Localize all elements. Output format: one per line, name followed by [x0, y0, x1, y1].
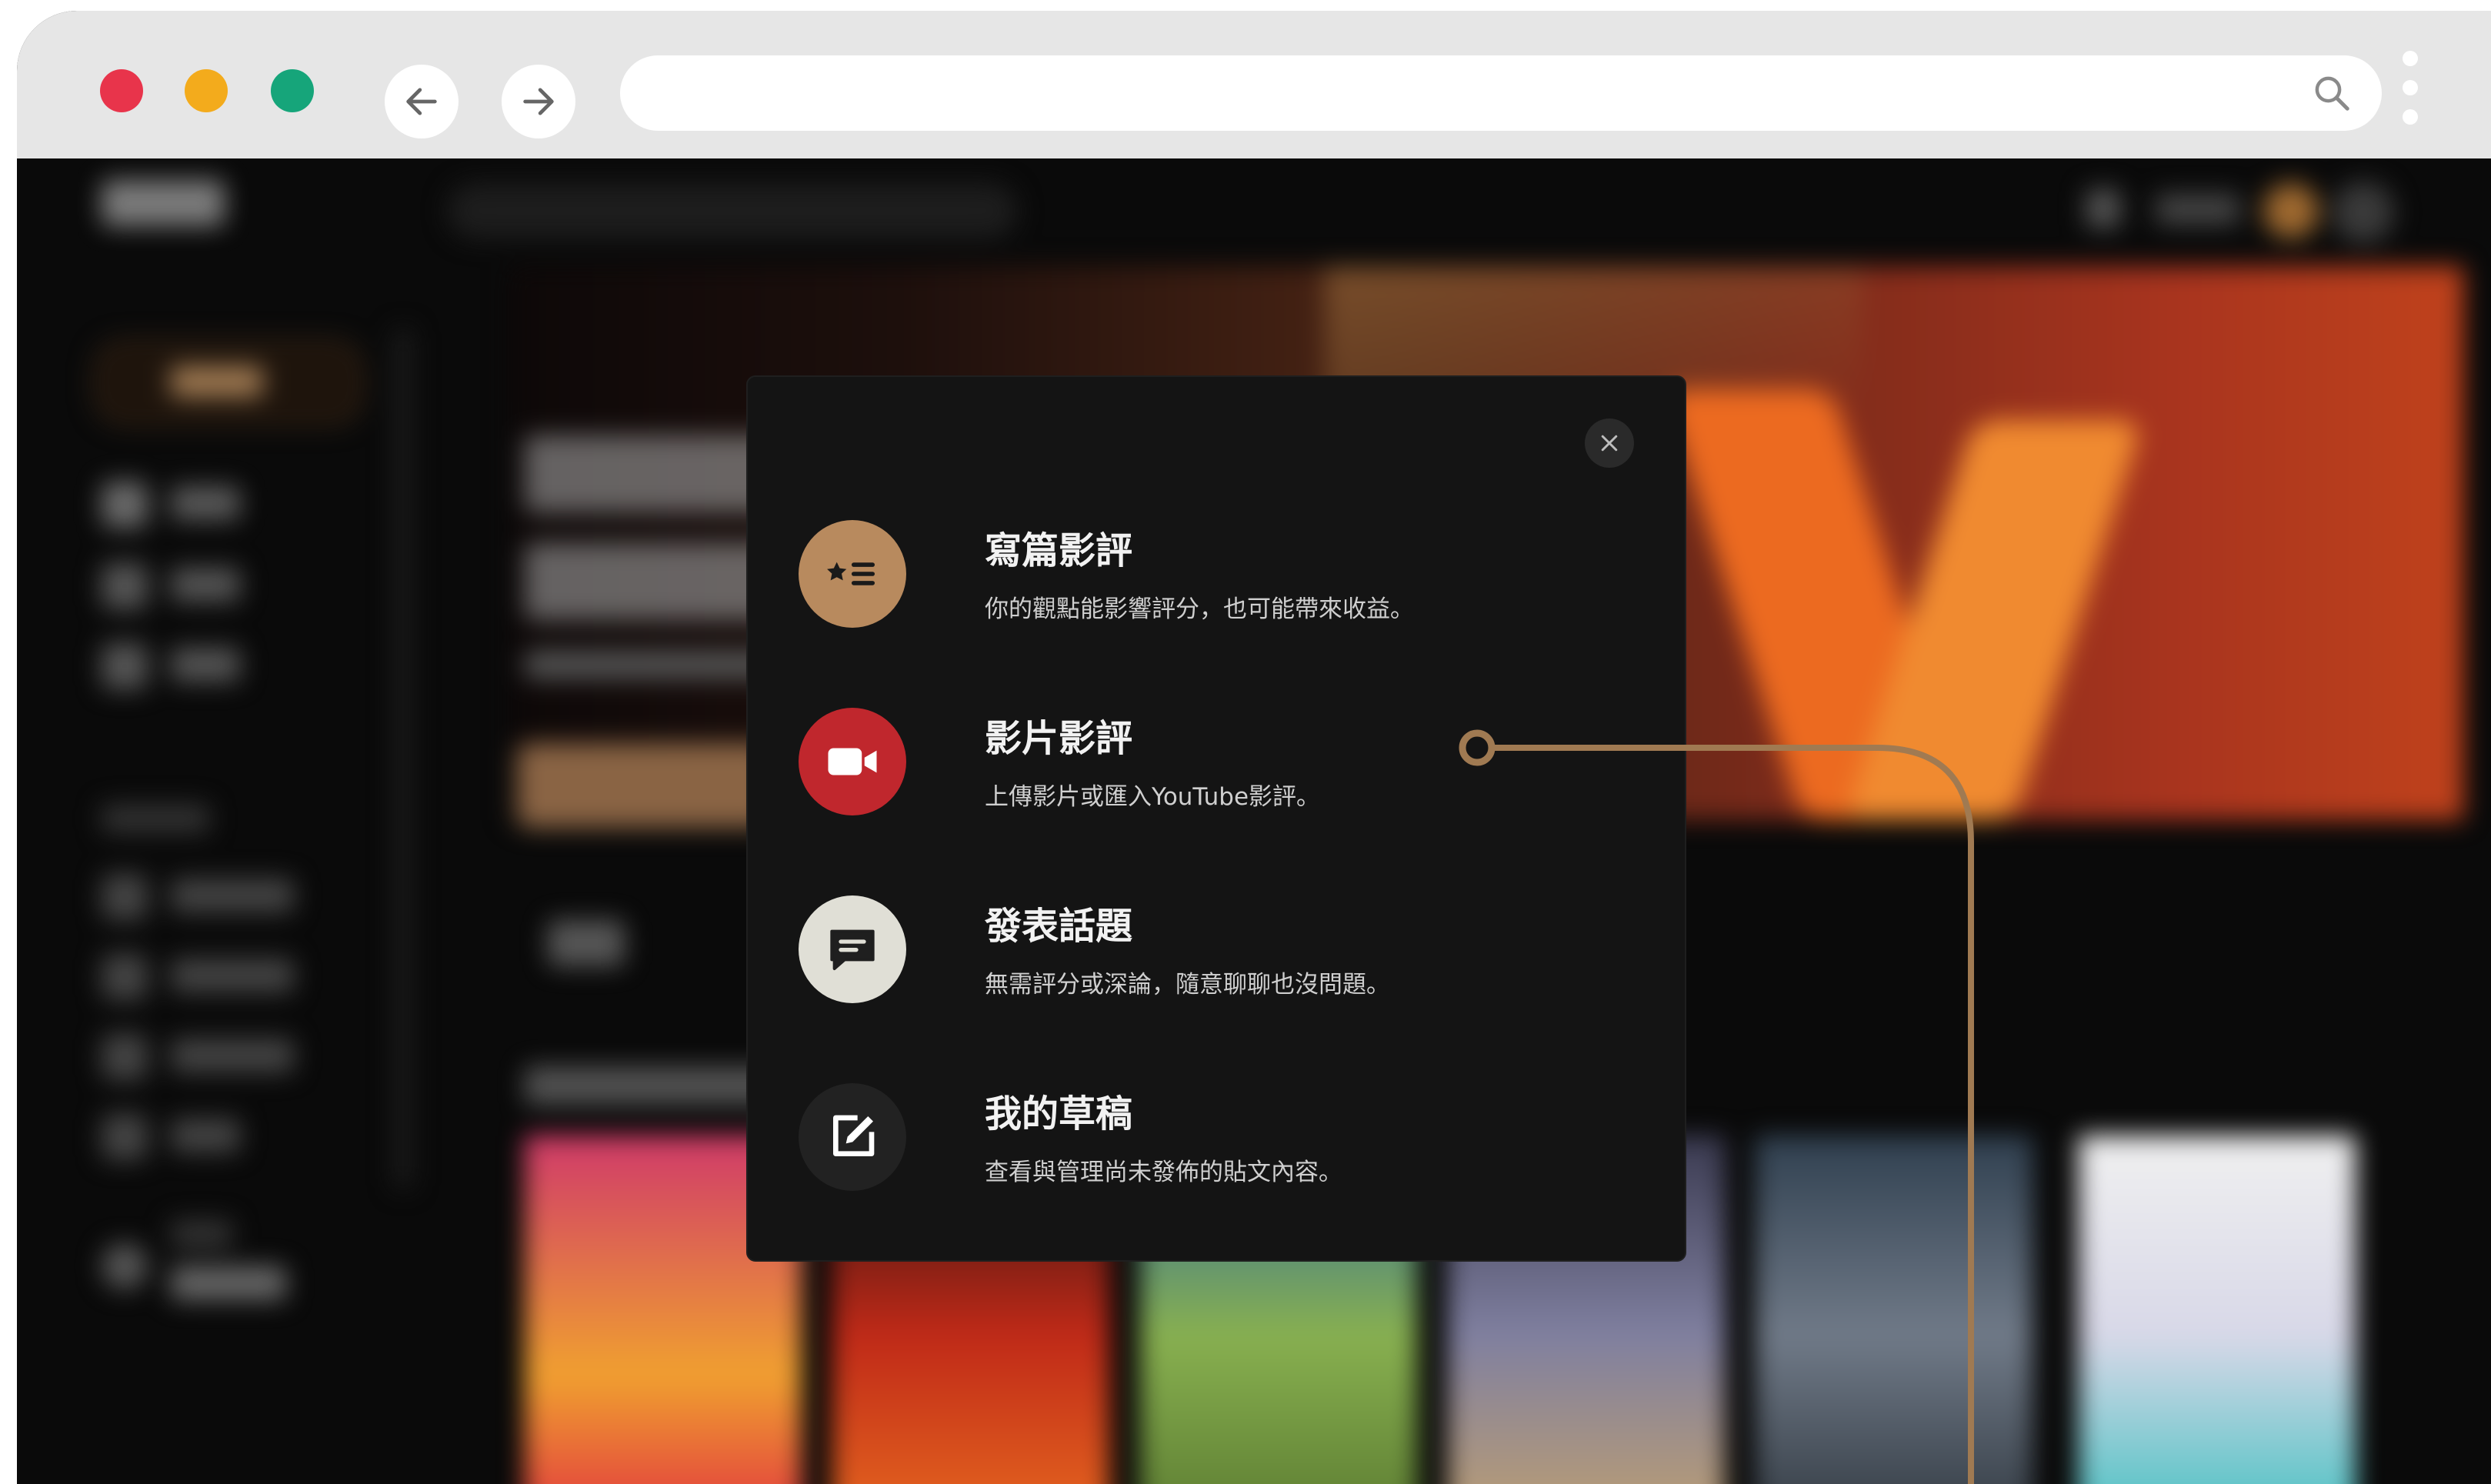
option-title: 我的草稿: [985, 1092, 1133, 1136]
option-description: 上傳影片或匯入YouTube影評。: [985, 783, 1321, 811]
post-topic-option[interactable]: 發表話題 無需評分或深論，隨意聊聊也沒問題。: [799, 895, 1614, 1019]
maximize-window-button[interactable]: [271, 69, 314, 112]
option-description: 你的觀點能影響評分，也可能帶來收益。: [985, 595, 1414, 623]
my-drafts-option[interactable]: 我的草稿 查看與管理尚未發佈的貼文內容。: [799, 1083, 1614, 1206]
arrow-left-icon: [406, 88, 437, 115]
video-camera-icon: [799, 708, 906, 815]
edit-draft-icon: [799, 1083, 906, 1191]
minimize-window-button[interactable]: [185, 69, 228, 112]
close-button[interactable]: [1585, 419, 1634, 468]
option-title: 影片影評: [985, 717, 1133, 760]
star-list-icon: [799, 520, 906, 628]
forward-button[interactable]: [502, 65, 575, 138]
video-review-option[interactable]: 影片影評 上傳影片或匯入YouTube影評。: [799, 708, 1614, 831]
close-window-button[interactable]: [100, 69, 143, 112]
chat-bubble-icon: [799, 895, 906, 1003]
more-options-icon[interactable]: [2403, 51, 2418, 143]
option-description: 查看與管理尚未發佈的貼文內容。: [985, 1159, 1342, 1186]
back-button[interactable]: [385, 65, 459, 138]
option-title: 發表話題: [985, 905, 1133, 948]
create-post-modal: 寫篇影評 你的觀點能影響評分，也可能帶來收益。 影片影評 上傳影片或匯入YouT…: [746, 375, 1686, 1262]
search-icon[interactable]: [2311, 72, 2353, 114]
browser-toolbar: [17, 11, 2491, 158]
arrow-right-icon: [523, 88, 554, 115]
address-bar[interactable]: [620, 55, 2382, 131]
option-title: 寫篇影評: [985, 529, 1133, 572]
write-review-option[interactable]: 寫篇影評 你的觀點能影響評分，也可能帶來收益。: [799, 520, 1614, 643]
option-description: 無需評分或深論，隨意聊聊也沒問題。: [985, 971, 1390, 999]
close-icon: [1601, 435, 1618, 452]
